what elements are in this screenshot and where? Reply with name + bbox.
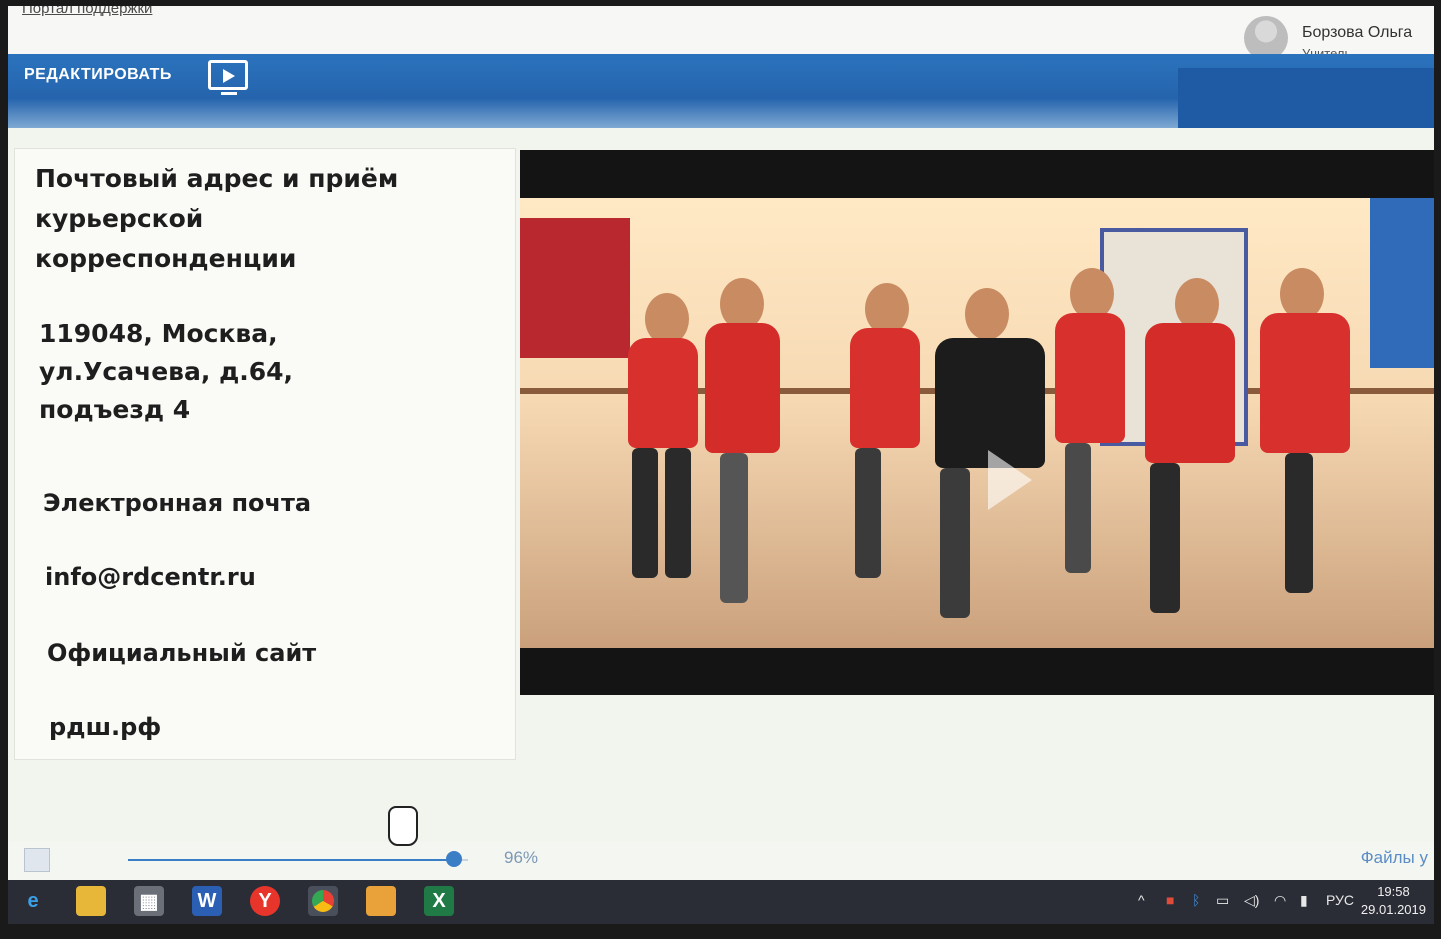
dancer-leg [1150,463,1180,613]
dancer-leg [720,453,748,603]
site-value: рдш.рф [49,713,162,741]
hand-cursor-icon [388,806,418,846]
contact-text-box[interactable]: Почтовый адрес и приём курьерской коррес… [14,148,516,760]
files-link[interactable]: Файлы у [1361,848,1428,868]
file-explorer-icon[interactable] [76,886,106,916]
dancer [1145,323,1235,463]
edit-button[interactable]: РЕДАКТИРОВАТЬ [24,66,172,84]
email-label: Электронная почта [43,489,312,517]
windows-taskbar: e ▦ W Y X ^ ■ ᛒ ▭ ◁) ◠ ▮ РУС 19:58 29.01… [8,880,1434,924]
dancer-leg [855,448,881,578]
dancer [1055,313,1125,443]
top-bar: Портал поддержки Борзова Ольга Учитель [8,6,1434,62]
wifi-icon[interactable]: ◠ [1274,892,1286,909]
chrome-icon[interactable] [308,886,338,916]
dancer-head [965,288,1009,340]
antivirus-icon[interactable]: ■ [1166,892,1174,908]
dancer-leg [632,448,658,578]
zoom-percent: 96% [504,848,539,867]
dancer-leg [1285,453,1313,593]
postal-address: 119048, Москва, ул.Усачева, д.64, подъез… [39,319,294,424]
dancer-leg [665,448,691,578]
presentation-play-icon[interactable] [208,60,248,95]
slide-thumbnail-toggle[interactable] [24,848,50,872]
battery-icon[interactable]: ▭ [1216,892,1229,909]
support-portal-link[interactable]: Портал поддержки [22,6,152,17]
show-hidden-icons-icon[interactable]: ^ [1138,892,1145,908]
slide-canvas: Почтовый адрес и приём курьерской коррес… [8,128,1434,842]
language-indicator[interactable]: РУС [1326,892,1354,908]
system-clock[interactable]: 19:58 29.01.2019 [1361,883,1426,919]
slide-heading: Почтовый адрес и приём курьерской коррес… [35,164,399,273]
dancer [628,338,698,448]
embedded-video[interactable] [520,150,1434,695]
dancer [850,328,920,448]
usb-device-icon[interactable]: ▮ [1300,892,1308,909]
internet-explorer-icon[interactable]: e [18,886,48,916]
wall-panel [520,218,630,358]
zoom-slider-handle[interactable] [446,851,462,867]
calculator-icon[interactable]: ▦ [134,886,164,916]
clock-time: 19:58 [1377,884,1410,899]
play-icon[interactable] [988,450,1032,510]
app-window: Портал поддержки Борзова Ольга Учитель Р… [8,6,1434,880]
volume-icon[interactable]: ◁) [1244,892,1259,909]
video-thumbnail [520,198,1434,648]
bluetooth-icon[interactable]: ᛒ [1192,892,1200,908]
email-value: info@rdcentr.ru [45,563,256,591]
yandex-browser-icon[interactable]: Y [250,886,280,916]
status-bar: 96% Файлы у [8,842,1434,880]
word-icon[interactable]: W [192,886,222,916]
clock-date: 29.01.2019 [1360,902,1426,917]
excel-icon[interactable]: X [424,886,454,916]
dancer [935,338,1045,468]
dancer-leg [940,468,970,618]
dancer [705,323,780,453]
image-viewer-icon[interactable] [366,886,396,916]
zoom-slider-fill [128,859,454,861]
dancer [1260,313,1350,453]
user-name: Борзова Ольга [1302,24,1413,41]
wall-banner [1370,198,1434,368]
dancer-leg [1065,443,1091,573]
site-label: Официальный сайт [47,639,317,667]
toolbar-right-section [1178,68,1434,128]
